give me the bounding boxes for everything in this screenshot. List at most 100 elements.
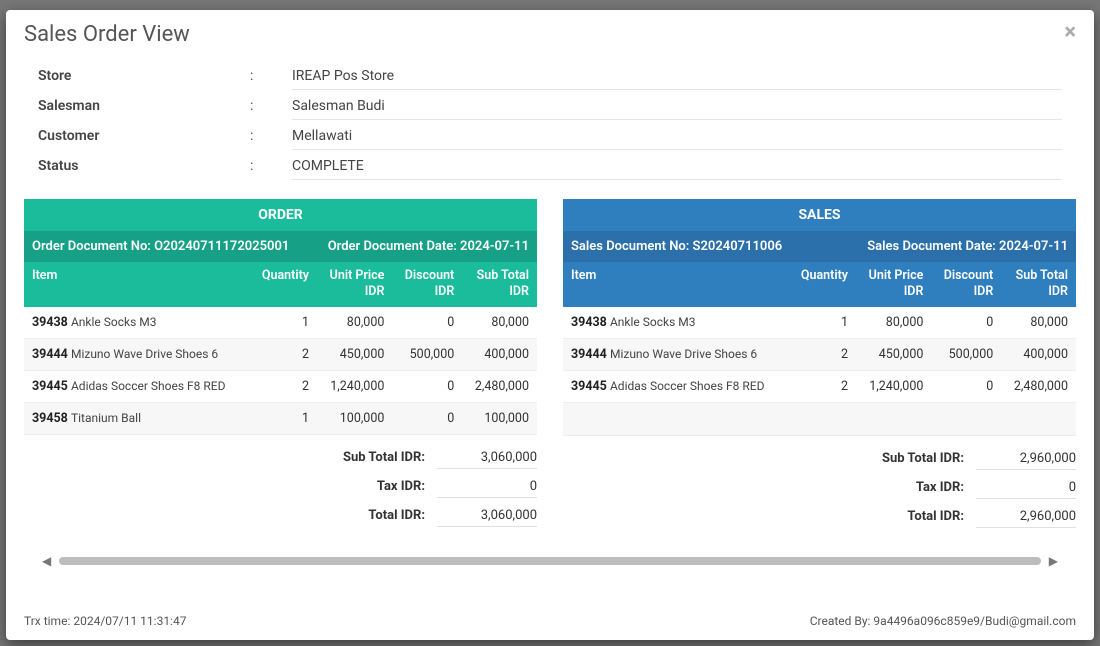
qty-cell: 2 xyxy=(250,338,317,370)
info-row-salesman: Salesman : Salesman Budi xyxy=(38,91,1062,121)
item-name: Ankle Socks M3 xyxy=(71,315,157,329)
subtotal-cell: 80,000 xyxy=(462,307,537,339)
order-sales-columns: ORDER Order Document No: O20240711172025… xyxy=(24,191,1076,535)
customer-value: Mellawati xyxy=(292,123,1062,150)
sales-col-unitprice: Unit PriceIDR xyxy=(856,262,931,307)
item-code: 39444 xyxy=(571,347,607,362)
table-row: 39438 Ankle Socks M3180,000080,000 xyxy=(563,307,1076,339)
sales-subtotal-label: Sub Total IDR: xyxy=(816,451,976,466)
status-value: COMPLETE xyxy=(292,153,1062,180)
caret-left-icon[interactable]: ◀ xyxy=(42,554,51,568)
modal-header: Sales Order View × xyxy=(6,10,1094,51)
qty-cell: 1 xyxy=(250,402,317,434)
order-subtotal-label: Sub Total IDR: xyxy=(277,450,437,465)
table-row: 39445 Adidas Soccer Shoes F8 RED21,240,0… xyxy=(563,370,1076,402)
salesman-value: Salesman Budi xyxy=(292,93,1062,120)
discount-cell: 500,000 xyxy=(392,338,462,370)
item-cell: 39438 Ankle Socks M3 xyxy=(24,307,250,339)
sales-col-subtotal: Sub TotalIDR xyxy=(1001,262,1076,307)
subtotal-cell: 400,000 xyxy=(462,338,537,370)
item-code: 39444 xyxy=(32,347,68,362)
sales-tax-value: 0 xyxy=(976,477,1076,499)
item-name: Ankle Socks M3 xyxy=(610,315,696,329)
item-cell: 39445 Adidas Soccer Shoes F8 RED xyxy=(24,370,250,402)
sales-total-value: 2,960,000 xyxy=(976,506,1076,528)
order-section-title: ORDER xyxy=(24,199,537,231)
sales-section-title: SALES xyxy=(563,199,1076,231)
modal-title: Sales Order View xyxy=(24,22,190,47)
trx-time: Trx time: 2024/07/11 11:31:47 xyxy=(24,614,186,628)
table-row: 39444 Mizuno Wave Drive Shoes 62450,0005… xyxy=(24,338,537,370)
scroll-track[interactable] xyxy=(59,557,1041,565)
item-cell: 39444 Mizuno Wave Drive Shoes 6 xyxy=(563,338,789,370)
store-label: Store xyxy=(38,68,250,84)
status-label: Status xyxy=(38,158,250,174)
table-row: 39445 Adidas Soccer Shoes F8 RED21,240,0… xyxy=(24,370,537,402)
unitprice-cell: 80,000 xyxy=(317,307,392,339)
sales-total-label: Total IDR: xyxy=(816,509,976,524)
order-tax-label: Tax IDR: xyxy=(277,479,437,494)
qty-cell: 2 xyxy=(789,370,856,402)
sales-order-view-modal: Sales Order View × Store : IREAP Pos Sto… xyxy=(6,10,1094,640)
order-col-discount: DiscountIDR xyxy=(392,262,462,307)
order-subtotal-value: 3,060,000 xyxy=(437,447,537,469)
table-row: 39438 Ankle Socks M3180,000080,000 xyxy=(24,307,537,339)
info-row-status: Status : COMPLETE xyxy=(38,151,1062,181)
sales-table: Item Quantity Unit PriceIDR DiscountIDR … xyxy=(563,262,1076,436)
item-name: Mizuno Wave Drive Shoes 6 xyxy=(71,347,218,361)
salesman-label: Salesman xyxy=(38,98,250,114)
sales-doc-date: Sales Document Date: 2024-07-11 xyxy=(867,239,1068,254)
close-icon[interactable]: × xyxy=(1064,22,1076,44)
discount-cell: 0 xyxy=(392,402,462,434)
item-code: 39458 xyxy=(32,411,68,426)
order-col-item: Item xyxy=(24,262,250,307)
item-cell: 39458 Titanium Ball xyxy=(24,402,250,434)
order-total-value: 3,060,000 xyxy=(437,505,537,527)
table-row: 39458 Titanium Ball1100,0000100,000 xyxy=(24,402,537,434)
discount-cell: 0 xyxy=(931,370,1001,402)
horizontal-scrollbar[interactable]: ◀ ▶ xyxy=(24,553,1076,569)
order-doc-date: Order Document Date: 2024-07-11 xyxy=(328,239,529,254)
item-name: Adidas Soccer Shoes F8 RED xyxy=(71,379,225,393)
order-doc-row: Order Document No: O20240711172025001 Or… xyxy=(24,231,537,262)
order-column: ORDER Order Document No: O20240711172025… xyxy=(24,199,537,535)
discount-cell: 0 xyxy=(931,307,1001,339)
subtotal-cell: 2,480,000 xyxy=(1001,370,1076,402)
order-col-subtotal: Sub TotalIDR xyxy=(462,262,537,307)
discount-cell: 0 xyxy=(392,307,462,339)
info-row-store: Store : IREAP Pos Store xyxy=(38,61,1062,91)
order-info: Store : IREAP Pos Store Salesman : Sales… xyxy=(24,61,1076,191)
item-code: 39445 xyxy=(571,379,607,394)
customer-label: Customer xyxy=(38,128,250,144)
qty-cell: 2 xyxy=(789,338,856,370)
sales-col-item: Item xyxy=(563,262,789,307)
item-cell: 39444 Mizuno Wave Drive Shoes 6 xyxy=(24,338,250,370)
item-cell: 39445 Adidas Soccer Shoes F8 RED xyxy=(563,370,789,402)
unitprice-cell: 80,000 xyxy=(856,307,931,339)
unitprice-cell: 100,000 xyxy=(317,402,392,434)
unitprice-cell: 450,000 xyxy=(317,338,392,370)
order-col-qty: Quantity xyxy=(250,262,317,307)
sales-doc-no: Sales Document No: S20240711006 xyxy=(571,239,782,254)
store-value: IREAP Pos Store xyxy=(292,63,1062,90)
order-totals: Sub Total IDR: 3,060,000 Tax IDR: 0 Tota… xyxy=(277,447,537,527)
item-name: Titanium Ball xyxy=(71,411,141,425)
item-code: 39445 xyxy=(32,379,68,394)
subtotal-cell: 400,000 xyxy=(1001,338,1076,370)
qty-cell: 1 xyxy=(250,307,317,339)
subtotal-cell: 80,000 xyxy=(1001,307,1076,339)
order-table: Item Quantity Unit PriceIDR DiscountIDR … xyxy=(24,262,537,435)
order-tax-value: 0 xyxy=(437,476,537,498)
caret-right-icon[interactable]: ▶ xyxy=(1049,554,1058,568)
sales-col-qty: Quantity xyxy=(789,262,856,307)
qty-cell: 1 xyxy=(789,307,856,339)
created-by: Created By: 9a4496a096c859e9/Budi@gmail.… xyxy=(810,614,1076,628)
item-code: 39438 xyxy=(571,315,607,330)
item-cell: 39438 Ankle Socks M3 xyxy=(563,307,789,339)
discount-cell: 0 xyxy=(392,370,462,402)
unitprice-cell: 450,000 xyxy=(856,338,931,370)
sales-tax-label: Tax IDR: xyxy=(816,480,976,495)
modal-footer: Trx time: 2024/07/11 11:31:47 Created By… xyxy=(6,604,1094,640)
item-name: Adidas Soccer Shoes F8 RED xyxy=(610,379,764,393)
item-name: Mizuno Wave Drive Shoes 6 xyxy=(610,347,757,361)
